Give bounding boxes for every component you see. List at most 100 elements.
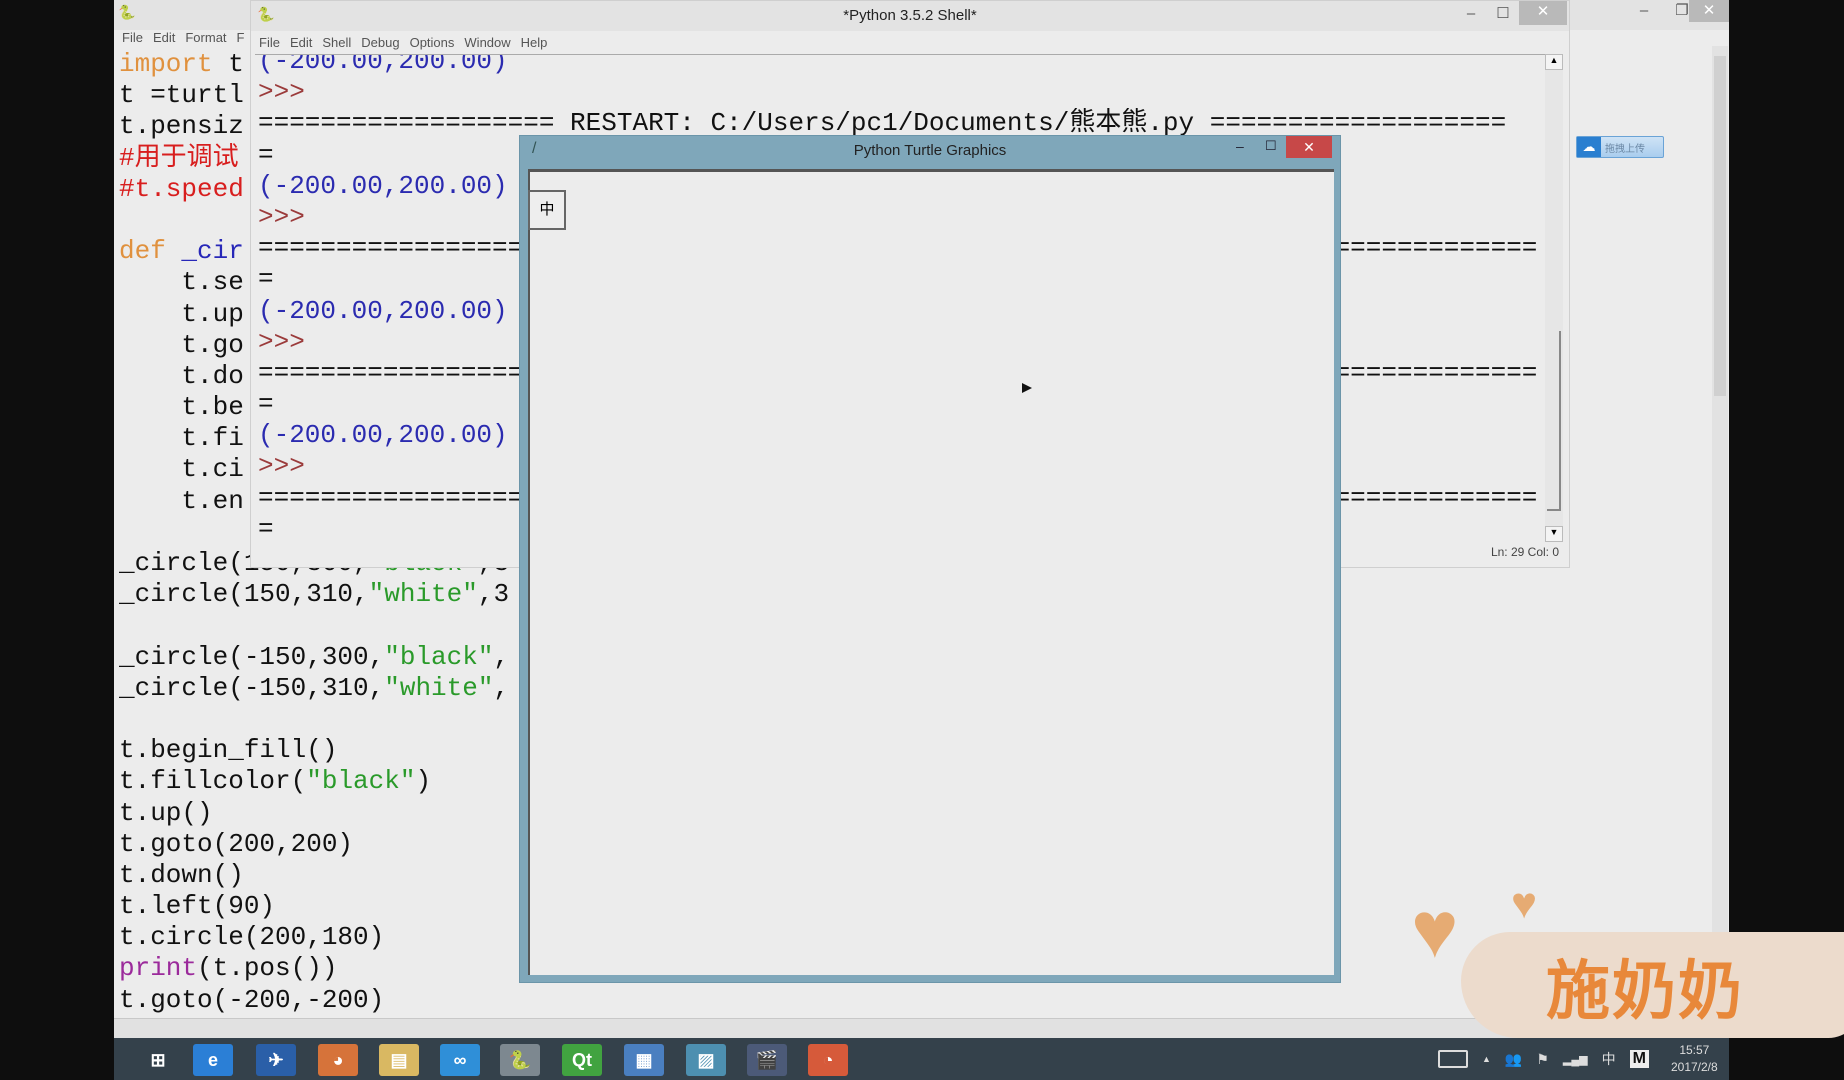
code-token: ,	[493, 641, 510, 672]
shell-menu-debug[interactable]: Debug	[361, 35, 399, 50]
code-token: "black"	[306, 766, 416, 797]
qt-creator-icon[interactable]: Qt	[562, 1044, 602, 1076]
shell-menubar: File Edit Shell Debug Options Window Help	[251, 31, 1569, 53]
editor-menu-item[interactable]: Format	[185, 30, 226, 45]
code-line: t.goto(-200,-200)	[119, 985, 1619, 1016]
code-token: t.en	[119, 485, 244, 516]
python-idle-icon[interactable]: 🐍	[500, 1044, 540, 1076]
code-token: t.begin_fill()	[119, 735, 338, 766]
code-token: t.fillcolor(	[119, 766, 307, 797]
code-token: t.circle(200,180)	[119, 922, 385, 953]
code-token: print	[119, 953, 198, 984]
python-icon: 🐍	[118, 4, 136, 20]
baidu-upload-button[interactable]: ☁ 拖拽上传	[1576, 136, 1664, 158]
code-token: )	[415, 766, 432, 797]
code-token: t.down()	[119, 859, 244, 890]
code-token: "white"	[368, 579, 478, 610]
scroll-thumb[interactable]	[1547, 331, 1561, 511]
keyboard-icon[interactable]	[1438, 1050, 1468, 1068]
code-token: _cir	[181, 236, 244, 267]
python-icon: 🐍	[257, 6, 275, 22]
editor-menu-item[interactable]: File	[122, 30, 143, 45]
code-token: t.se	[119, 267, 244, 298]
shell-menu-help[interactable]: Help	[521, 35, 548, 50]
shell-scrollbar[interactable]: ▲ ▼	[1545, 54, 1563, 542]
windows-start-icon[interactable]: ⊞	[138, 1044, 178, 1076]
shell-menu-shell[interactable]: Shell	[322, 35, 351, 50]
code-token: t.fi	[119, 423, 244, 454]
code-token: t	[212, 49, 244, 79]
baidu-cloud-icon: ☁	[1577, 137, 1601, 157]
code-token: t.do	[119, 360, 244, 391]
bird-app-icon[interactable]: ✈	[256, 1044, 296, 1076]
m-tray-icon[interactable]: M	[1629, 1050, 1649, 1068]
code-token: ,3	[477, 579, 510, 610]
close-button[interactable]: ✕	[1519, 1, 1567, 25]
small-heart-icon: ♥	[1511, 879, 1538, 928]
app-window-icon[interactable]: ▦	[624, 1044, 664, 1076]
firefox-icon[interactable]: ◕	[318, 1044, 358, 1076]
code-token: t.be	[119, 392, 244, 423]
ime-tray-indicator[interactable]: 中	[1602, 1049, 1616, 1069]
maximize-button[interactable]: ☐	[1483, 3, 1523, 25]
signal-icon[interactable]: ▂▄▆	[1563, 1053, 1588, 1066]
clock[interactable]: 15:57 2017/2/8	[1671, 1042, 1718, 1076]
ime-indicator: 中	[528, 190, 566, 230]
video-editor-icon[interactable]: 🎬	[747, 1044, 787, 1076]
code-token: _circle(150,310,	[119, 579, 369, 610]
system-tray: ▲ 👥 ⚑ ▂▄▆ 中 M 15:57 2017/2/8	[1438, 1040, 1718, 1078]
shell-menu-edit[interactable]: Edit	[290, 35, 312, 50]
shell-line: >>>	[258, 77, 305, 108]
editor-menu-item[interactable]: Edit	[153, 30, 175, 45]
media-app-icon[interactable]: ◔	[808, 1044, 848, 1076]
flag-icon[interactable]: ⚑	[1536, 1051, 1549, 1068]
shell-status-position: Ln: 29 Col: 0	[1490, 545, 1559, 559]
turtle-window: / Python Turtle Graphics – ☐ ✕ 中	[519, 135, 1341, 983]
shell-menu-options[interactable]: Options	[410, 35, 455, 50]
code-token: t.go	[119, 329, 244, 360]
code-token: t.up	[119, 298, 244, 329]
code-token: import	[119, 49, 213, 79]
code-token: t.ci	[119, 454, 244, 485]
turtle-canvas[interactable]: 中	[528, 169, 1334, 975]
shell-titlebar: 🐍 *Python 3.5.2 Shell* – ☐ ✕	[251, 1, 1569, 31]
show-hidden-icons-icon[interactable]: ▲	[1482, 1054, 1491, 1064]
code-token: #t.speed	[119, 173, 244, 204]
code-token: ,	[493, 672, 510, 703]
editor-scrollbar[interactable]	[1712, 46, 1728, 1036]
clock-time: 15:57	[1679, 1043, 1710, 1057]
code-token: _circle(-150,300,	[119, 641, 385, 672]
heart-icon: ♥	[1411, 885, 1459, 974]
baidu-upload-label: 拖拽上传	[1605, 143, 1645, 155]
shell-menu-file[interactable]: File	[259, 35, 280, 50]
maximize-button[interactable]: ☐	[1265, 138, 1277, 154]
code-token: "white"	[384, 672, 494, 703]
scroll-up-arrow[interactable]: ▲	[1545, 54, 1563, 70]
baidu-cloud-icon[interactable]: ∞	[440, 1044, 480, 1076]
code-token: t.pensiz	[119, 111, 244, 142]
photo-viewer-icon[interactable]: ▨	[686, 1044, 726, 1076]
code-token: t.left(90)	[119, 891, 276, 922]
turtle-title: Python Turtle Graphics	[853, 142, 1007, 159]
shell-menu-window[interactable]: Window	[464, 35, 510, 50]
watermark-logo: ♥ ♥ 施奶奶	[1411, 882, 1844, 1040]
minimize-button[interactable]: –	[1624, 0, 1664, 22]
code-token: _circle(-150,310,	[119, 672, 385, 703]
code-token: t.goto(-200,-200)	[119, 984, 385, 1015]
code-token: #用于调试	[119, 142, 239, 173]
editor-menu-item[interactable]: F	[237, 30, 245, 45]
close-button[interactable]: ✕	[1689, 0, 1729, 22]
network-people-icon[interactable]: 👥	[1505, 1051, 1522, 1068]
code-token: (t.pos())	[197, 953, 338, 984]
code-token: "black"	[384, 641, 494, 672]
code-token: t.goto(200,200)	[119, 828, 354, 859]
code-token: def	[119, 236, 166, 267]
minimize-button[interactable]: –	[1236, 138, 1244, 154]
internet-explorer-icon[interactable]: e	[193, 1044, 233, 1076]
feather-icon: /	[532, 140, 537, 157]
close-button[interactable]: ✕	[1286, 136, 1332, 158]
scroll-down-arrow[interactable]: ▼	[1545, 526, 1563, 542]
shell-line: (-200.00,200.00)	[258, 54, 508, 76]
file-explorer-icon[interactable]: ▤	[379, 1044, 419, 1076]
